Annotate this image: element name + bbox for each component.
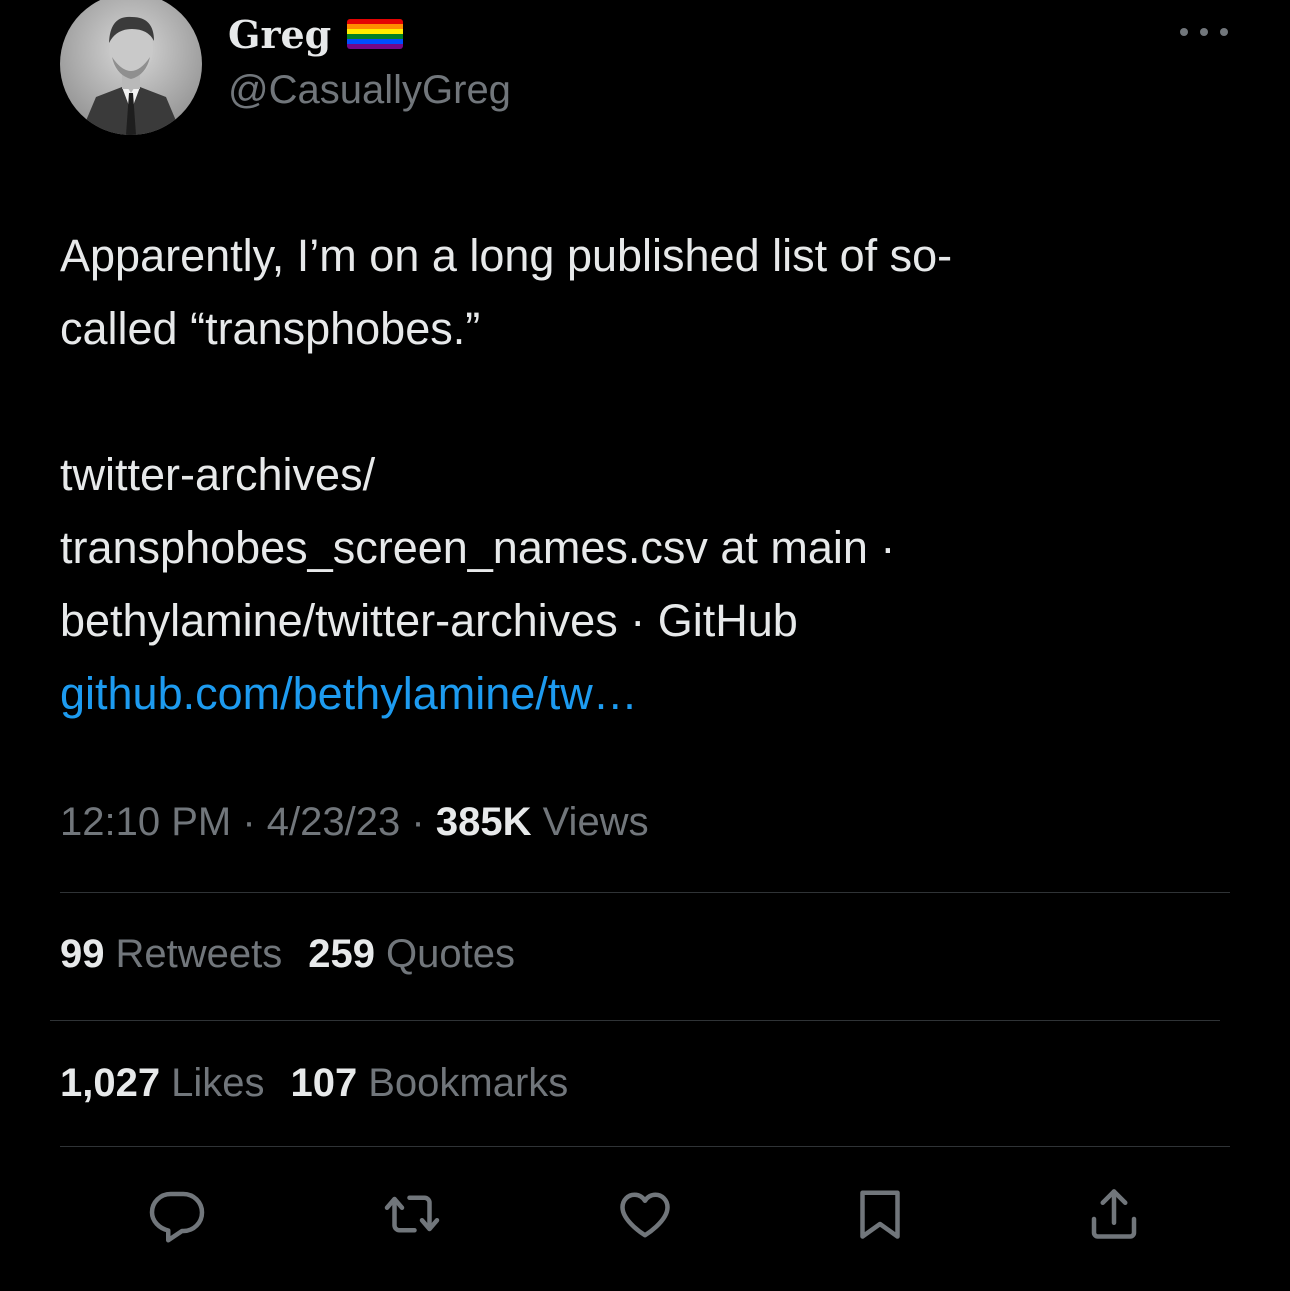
quotes-count: 259 bbox=[308, 932, 375, 976]
avatar-photo bbox=[60, 0, 202, 135]
bookmark-icon bbox=[860, 1190, 900, 1239]
like-button[interactable] bbox=[615, 1184, 675, 1244]
quotes-stat[interactable]: 259 Quotes bbox=[308, 932, 515, 977]
user-handle[interactable]: @CasuallyGreg bbox=[228, 68, 511, 113]
retweets-stat[interactable]: 99 Retweets bbox=[60, 932, 282, 977]
author-name-row[interactable]: Greg bbox=[228, 6, 404, 62]
retweets-label: Retweets bbox=[115, 932, 283, 976]
views-label: Views bbox=[542, 800, 649, 844]
retweets-count: 99 bbox=[60, 932, 105, 976]
share-icon bbox=[1091, 1189, 1137, 1239]
retweet-button[interactable] bbox=[382, 1184, 442, 1244]
tweet-time[interactable]: 12:10 PM bbox=[60, 800, 231, 844]
tweet-date[interactable]: 4/23/23 bbox=[267, 800, 400, 844]
reply-button[interactable] bbox=[147, 1184, 207, 1244]
engagement-row-1: 99 Retweets 259 Quotes bbox=[60, 932, 515, 977]
avatar[interactable] bbox=[60, 0, 202, 135]
likes-count: 1,027 bbox=[60, 1061, 161, 1105]
divider bbox=[50, 1020, 1220, 1021]
rainbow-flag-icon bbox=[347, 19, 404, 49]
bookmark-button[interactable] bbox=[850, 1184, 910, 1244]
flag-stripe bbox=[347, 44, 404, 49]
separator: · bbox=[411, 800, 425, 844]
card-title-line: transphobes_screen_names.csv at main · bbox=[60, 522, 896, 573]
divider bbox=[60, 1146, 1230, 1147]
bookmarks-stat[interactable]: 107 Bookmarks bbox=[291, 1061, 569, 1106]
likes-label: Likes bbox=[171, 1061, 265, 1105]
separator: · bbox=[242, 800, 256, 844]
reply-icon bbox=[149, 1191, 205, 1243]
tweet-body: Apparently, I’m on a long published list… bbox=[60, 219, 1220, 730]
divider bbox=[60, 892, 1230, 893]
bookmarks-label: Bookmarks bbox=[368, 1061, 569, 1105]
share-button[interactable] bbox=[1084, 1184, 1144, 1244]
quotes-label: Quotes bbox=[386, 932, 515, 976]
engagement-row-2: 1,027 Likes 107 Bookmarks bbox=[60, 1061, 568, 1106]
bookmarks-count: 107 bbox=[290, 1061, 358, 1105]
tweet-meta: 12:10 PM · 4/23/23 · 385K Views bbox=[60, 800, 649, 845]
likes-stat[interactable]: 1,027 Likes bbox=[60, 1061, 265, 1106]
retweet-icon bbox=[384, 1195, 440, 1233]
dot bbox=[1180, 28, 1188, 36]
display-name[interactable]: Greg bbox=[228, 12, 331, 57]
tweet-text-line: Apparently, I’m on a long published list… bbox=[60, 230, 953, 281]
more-options-icon[interactable] bbox=[1180, 18, 1228, 46]
like-icon bbox=[620, 1192, 670, 1238]
action-bar bbox=[0, 1184, 1290, 1244]
card-title-line: twitter-archives/ bbox=[60, 449, 376, 500]
views-count: 385K bbox=[435, 800, 532, 844]
card-title-line: bethylamine/twitter-archives · GitHub bbox=[60, 595, 798, 646]
dot bbox=[1220, 28, 1228, 36]
github-link[interactable]: github.com/bethylamine/tw… bbox=[60, 668, 638, 719]
dot bbox=[1200, 28, 1208, 36]
tweet-text-line: called “transphobes.” bbox=[60, 303, 481, 354]
